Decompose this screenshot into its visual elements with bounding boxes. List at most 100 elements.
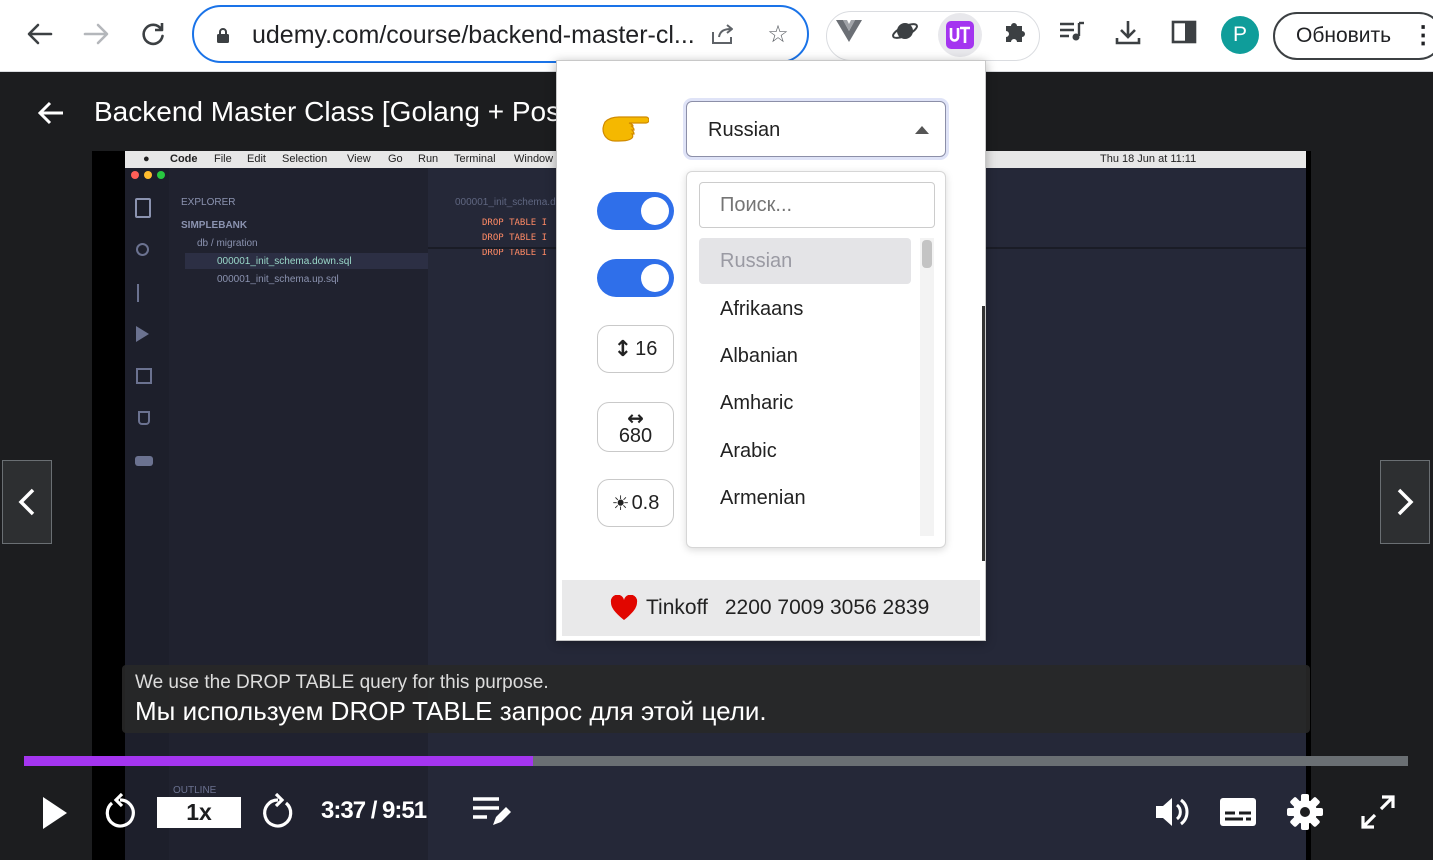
vs-testing-icon <box>138 411 150 425</box>
chevron-right-icon <box>1397 488 1414 516</box>
fullscreen-button[interactable] <box>1357 792 1399 832</box>
mac-clock: Thu 18 Jun at 11:11 <box>1100 153 1197 165</box>
vs-menu-selection: Selection <box>282 153 328 165</box>
vs-search-icon <box>136 243 149 256</box>
play-icon <box>43 797 67 829</box>
transcript-button[interactable] <box>470 794 512 830</box>
vs-code-line: DROP TABLE I <box>482 248 548 258</box>
apple-icon: ● <box>143 153 150 165</box>
reload-icon[interactable] <box>133 14 173 54</box>
bookmark-star-icon[interactable]: ☆ <box>763 19 793 49</box>
update-button[interactable]: Обновить ⋮ <box>1273 12 1433 60</box>
translator-popup: Russian ↕ 16 ↔ 680 ☀ 0.8 Russian Afrikaa… <box>556 60 986 641</box>
vs-editor-tab: 000001_init_schema.d <box>455 197 556 208</box>
captions-icon <box>1220 798 1256 826</box>
captions-button[interactable] <box>1217 794 1259 830</box>
next-lecture-button[interactable] <box>1380 460 1430 544</box>
forward-button[interactable] <box>258 791 298 833</box>
translation-toggle[interactable] <box>597 259 674 297</box>
forward-icon[interactable] <box>76 14 116 54</box>
font-size-value: 16 <box>635 337 658 360</box>
pointing-hand-icon <box>601 108 650 148</box>
language-option[interactable]: Arabic <box>699 428 911 474</box>
vs-code-line: DROP TABLE I <box>482 218 548 228</box>
prev-lecture-button[interactable] <box>2 460 52 544</box>
language-select[interactable]: Russian <box>686 101 946 157</box>
vue-devtools-icon[interactable] <box>833 15 865 47</box>
volume-icon <box>1156 798 1189 826</box>
notes-icon <box>473 797 511 825</box>
vs-files-icon <box>135 198 151 218</box>
sun-icon: ☀ <box>611 491 630 515</box>
vs-menu-run: Run <box>418 153 439 165</box>
update-button-label: Обновить <box>1296 24 1392 47</box>
vs-menu-terminal: Terminal <box>454 153 496 165</box>
planet-extension-icon[interactable] <box>889 15 921 47</box>
play-button[interactable] <box>34 793 74 833</box>
vs-code-line: DROP TABLE I <box>482 233 548 243</box>
url-text[interactable]: udemy.com/course/backend-master-cl... <box>252 21 695 50</box>
language-option[interactable]: Afrikaans <box>699 286 911 332</box>
media-queue-icon[interactable] <box>1055 15 1089 49</box>
vs-explorer-label: EXPLORER <box>181 197 236 208</box>
vs-project-name: SIMPLEBANK <box>181 220 248 231</box>
heart-icon <box>610 595 638 620</box>
subtitle-box: We use the DROP TABLE query for this pur… <box>122 665 1310 733</box>
language-option[interactable]: Armenian <box>699 475 911 521</box>
language-option[interactable]: Amharic <box>699 380 911 426</box>
vs-folder: db / migration <box>197 238 258 249</box>
rewind-icon <box>105 793 135 828</box>
back-icon[interactable] <box>20 14 60 54</box>
subtitle-translated: Мы используем DROP TABLE запрос для этой… <box>135 696 767 726</box>
brightness-control[interactable]: ☀ 0.8 <box>597 479 674 527</box>
profile-avatar[interactable]: P <box>1221 16 1259 54</box>
forward-skip-icon <box>263 793 293 828</box>
subtitle-original: We use the DROP TABLE query for this pur… <box>135 672 549 693</box>
vs-menu-edit: Edit <box>247 153 266 165</box>
menu-kebab-icon[interactable]: ⋮ <box>1411 24 1433 48</box>
vs-git-icon <box>137 284 149 302</box>
donate-bar[interactable]: Tinkoff 2200 7009 3056 2839 <box>562 580 980 636</box>
brightness-value: 0.8 <box>631 491 660 514</box>
vs-file-down: 000001_init_schema.down.sql <box>217 256 352 267</box>
expand-icon <box>1361 795 1395 829</box>
language-option[interactable]: Albanian <box>699 333 911 379</box>
share-icon[interactable] <box>708 19 738 49</box>
back-to-course-icon[interactable] <box>36 98 66 128</box>
volume-button[interactable] <box>1151 792 1193 832</box>
vs-menu-file: File <box>214 153 232 165</box>
width-control[interactable]: ↔ 680 <box>597 402 674 452</box>
extensions-puzzle-icon[interactable] <box>1000 15 1032 47</box>
settings-button[interactable] <box>1284 791 1326 833</box>
vertical-arrows-icon: ↕ <box>613 336 633 362</box>
language-select-value: Russian <box>708 119 781 141</box>
course-title: Backend Master Class [Golang + Post <box>94 96 568 127</box>
chevron-left-icon <box>18 488 35 516</box>
address-bar[interactable]: udemy.com/course/backend-master-cl... ☆ <box>192 5 809 63</box>
language-search-input[interactable] <box>699 182 935 228</box>
font-size-control[interactable]: ↕ 16 <box>597 325 674 373</box>
language-dropdown: Russian Afrikaans Albanian Amharic Arabi… <box>686 171 946 548</box>
side-panel-icon[interactable] <box>1167 15 1201 49</box>
gear-icon <box>1287 794 1323 830</box>
udemy-translator-icon[interactable] <box>938 13 982 57</box>
subtitles-toggle[interactable] <box>597 192 674 230</box>
vs-extensions-icon <box>136 368 152 384</box>
donate-bank: Tinkoff <box>646 596 708 619</box>
lock-icon[interactable] <box>216 27 230 43</box>
rewind-button[interactable] <box>100 791 140 833</box>
time-display: 3:37 / 9:51 <box>321 797 427 824</box>
vs-docker-icon <box>135 456 153 466</box>
vs-outline-label: OUTLINE <box>173 785 217 796</box>
dropdown-scroll-thumb[interactable] <box>922 240 932 268</box>
dropdown-scrollbar[interactable] <box>920 238 934 536</box>
playback-speed-button[interactable]: 1x <box>157 797 241 828</box>
language-option[interactable]: Russian <box>699 238 911 284</box>
downloads-icon[interactable] <box>1111 15 1145 49</box>
vs-file-up: 000001_init_schema.up.sql <box>217 274 339 285</box>
vs-menu-window: Window <box>514 153 554 165</box>
vs-menu-code: Code <box>170 153 198 165</box>
progress-bar[interactable] <box>24 756 1408 766</box>
vs-menu-go: Go <box>388 153 403 165</box>
width-value: 680 <box>618 425 653 447</box>
